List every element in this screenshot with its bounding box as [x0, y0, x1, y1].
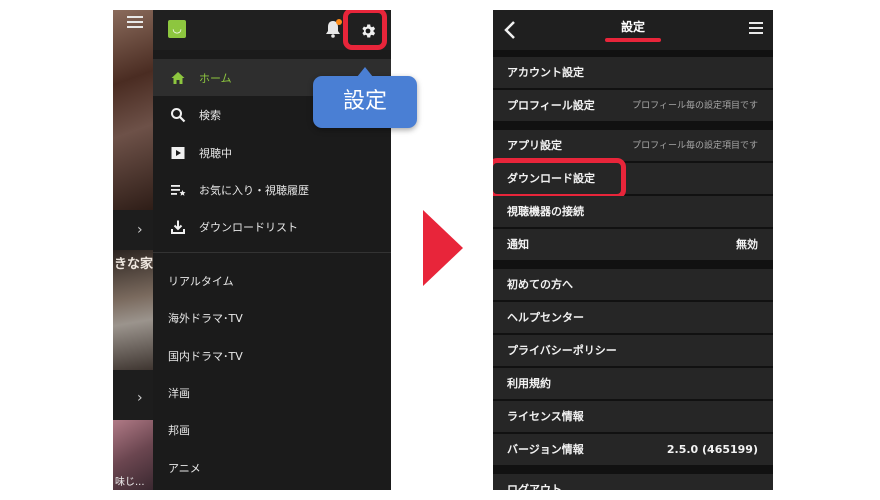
- settings-row-value: 無効: [736, 238, 758, 251]
- settings-highlight: [343, 10, 387, 50]
- settings-row[interactable]: バージョン情報 2.5.0 (465199): [493, 434, 773, 466]
- drawer-item-label: ホーム: [199, 71, 232, 85]
- menu-divider: [153, 252, 391, 253]
- settings-row-label: ヘルプセンター: [507, 311, 584, 324]
- drawer-header: ◡: [153, 10, 391, 50]
- drawer-item-label: ダウンロードリスト: [199, 220, 298, 234]
- callout-label: 設定: [342, 89, 387, 114]
- arrow-right-icon: [423, 210, 463, 286]
- drawer-item[interactable]: 視聴中: [153, 134, 391, 171]
- search-icon: [170, 107, 186, 123]
- settings-row[interactable]: 通知 無効: [493, 229, 773, 261]
- background-poster-title: きな家: [113, 257, 153, 272]
- settings-row-label: ログアウト: [507, 483, 562, 490]
- settings-row[interactable]: 利用規約: [493, 368, 773, 400]
- settings-row[interactable]: 視聴機器の接続: [493, 196, 773, 228]
- settings-row-value: 2.5.0 (465199): [666, 443, 758, 456]
- drawer-item[interactable]: ダウンロードリスト: [153, 208, 391, 245]
- settings-row-description: プロフィール毎の設定項目です: [632, 101, 758, 111]
- background-row-gap: [113, 210, 153, 250]
- background-poster-1: [113, 10, 153, 210]
- category-item[interactable]: リアルタイム: [168, 273, 234, 289]
- settings-row-label: アカウント設定: [507, 66, 584, 79]
- background-row-gap: [113, 370, 153, 420]
- settings-callout: 設定: [313, 67, 417, 128]
- category-item[interactable]: 国内ドラマ･TV: [168, 348, 243, 364]
- settings-row[interactable]: ヘルプセンター: [493, 302, 773, 334]
- bell-icon[interactable]: [323, 19, 343, 39]
- settings-row[interactable]: ダウンロード設定: [493, 158, 773, 199]
- settings-row[interactable]: プライバシーポリシー: [493, 335, 773, 367]
- settings-row-label: プライバシーポリシー: [507, 344, 617, 357]
- category-item[interactable]: 邦画: [168, 422, 190, 438]
- menu-icon[interactable]: [749, 22, 763, 34]
- play-icon: [170, 145, 186, 161]
- settings-row-label: バージョン情報: [507, 443, 584, 456]
- home-icon: [170, 70, 186, 86]
- drawer-item-label: お気に入り・視聴履歴: [199, 183, 309, 197]
- drawer-item-label: 視聴中: [199, 146, 232, 160]
- chevron-right-icon: ›: [137, 222, 143, 238]
- download-settings-highlight: [493, 158, 626, 199]
- drawer-item[interactable]: お気に入り・視聴履歴: [153, 171, 391, 208]
- settings-row[interactable]: アカウント設定: [493, 57, 773, 89]
- right-phone-screen: 設定 アカウント設定 プロフィール設定 プロフィール毎の設定項目です アプリ設定 プロフ…: [493, 10, 773, 490]
- settings-row-label: 視聴機器の接続: [507, 205, 584, 218]
- notification-badge: [336, 19, 342, 25]
- list-icon: [170, 182, 186, 198]
- settings-row[interactable]: プロフィール設定 プロフィール毎の設定項目です: [493, 90, 773, 122]
- drawer-item-label: 検索: [199, 108, 221, 122]
- settings-row-label: 初めての方へ: [507, 278, 573, 291]
- settings-row-label: ライセンス情報: [507, 410, 584, 423]
- background-poster-caption: 味じ...: [115, 477, 145, 488]
- background-menu-icon: [127, 16, 143, 28]
- settings-row[interactable]: 初めての方へ: [493, 269, 773, 301]
- settings-row-label: プロフィール設定: [507, 99, 595, 112]
- settings-row[interactable]: ライセンス情報: [493, 401, 773, 433]
- chevron-right-icon: ›: [137, 390, 143, 406]
- settings-header: 設定: [493, 10, 773, 50]
- app-logo-icon[interactable]: ◡: [168, 20, 186, 38]
- settings-row-description: プロフィール毎の設定項目です: [632, 141, 758, 151]
- settings-row-label: 通知: [507, 238, 529, 251]
- settings-row[interactable]: ログアウト: [493, 474, 773, 490]
- category-item[interactable]: 海外ドラマ･TV: [168, 310, 243, 326]
- category-item[interactable]: アニメ: [168, 460, 201, 476]
- category-item[interactable]: 洋画: [168, 385, 190, 401]
- download-icon: [170, 219, 186, 235]
- gear-icon[interactable]: [359, 22, 377, 40]
- settings-row-label: 利用規約: [507, 377, 551, 390]
- title-highlight-underline: [605, 38, 661, 42]
